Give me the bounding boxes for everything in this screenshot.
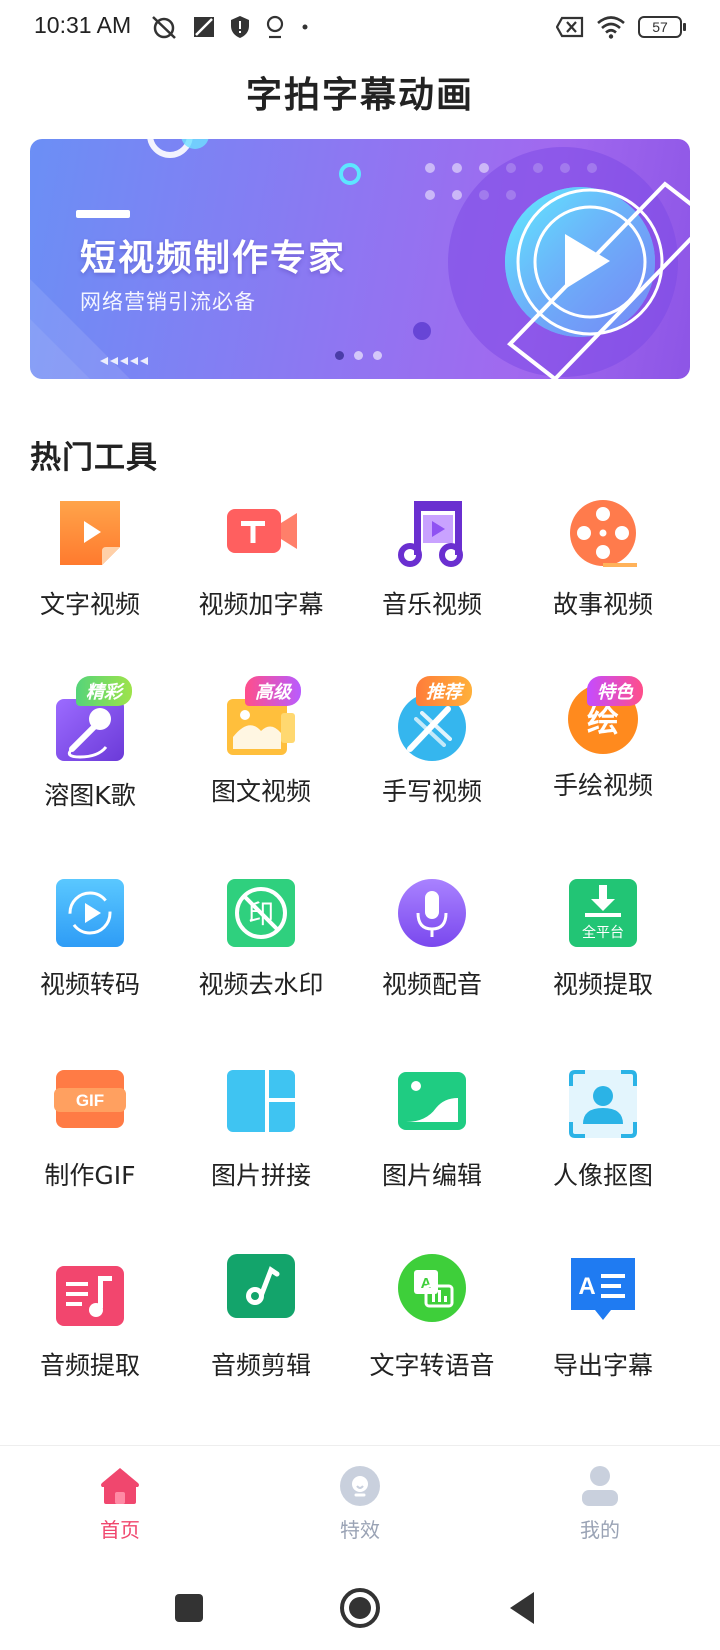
tool-label: 视频加字幕 bbox=[198, 590, 324, 619]
tool-label: 视频配音 bbox=[381, 970, 482, 999]
home-circle-icon[interactable] bbox=[336, 1584, 384, 1632]
profile-icon bbox=[582, 1466, 618, 1506]
tool-label: 图片编辑 bbox=[381, 1161, 482, 1190]
subtitle-bubble-icon: A bbox=[571, 1258, 635, 1320]
tool-label: 图文视频 bbox=[210, 777, 311, 806]
nav-home[interactable]: 首页 bbox=[60, 1464, 180, 1543]
tool-label: 视频转码 bbox=[39, 970, 140, 999]
watermark-glyph: 印 bbox=[248, 900, 274, 930]
tool-label: 文字视频 bbox=[39, 590, 140, 619]
nav-label: 我的 bbox=[580, 1518, 620, 1542]
system-navigation-bar bbox=[0, 1566, 720, 1650]
nav-label: 特效 bbox=[340, 1518, 380, 1542]
nav-effects[interactable]: 特效 bbox=[300, 1464, 420, 1543]
tool-image-edit[interactable]: 图片编辑 bbox=[342, 1068, 522, 1198]
icon-caption: 全平台 bbox=[582, 924, 624, 941]
bottom-nav: 首页 特效 我的 bbox=[0, 1446, 720, 1566]
tool-blend-karaoke[interactable]: 精彩 溶图K歌 bbox=[0, 676, 180, 823]
gif-caption: GIF bbox=[76, 1091, 104, 1110]
hand-drawn-glyph: 绘 bbox=[587, 701, 619, 739]
download-all-platforms-icon: 全平台 bbox=[569, 879, 637, 947]
gif-icon: GIF bbox=[54, 1070, 126, 1128]
tool-label: 图片拼接 bbox=[210, 1161, 311, 1190]
effects-bulb-icon bbox=[340, 1466, 380, 1506]
tool-label: 音频剪辑 bbox=[210, 1351, 311, 1380]
tool-handwriting-video[interactable]: 推荐 手写视频 bbox=[342, 676, 522, 823]
tool-label: 制作GIF bbox=[44, 1161, 136, 1190]
home-icon bbox=[101, 1468, 139, 1504]
tool-video-extract[interactable]: 全平台 视频提取 bbox=[513, 877, 693, 1007]
audio-list-icon bbox=[56, 1266, 124, 1326]
collage-grid-icon bbox=[227, 1070, 295, 1132]
tool-export-subtitle[interactable]: A 导出字幕 bbox=[513, 1252, 693, 1392]
tool-video-dubbing[interactable]: 视频配音 bbox=[342, 877, 522, 1007]
tool-music-video[interactable]: 音乐视频 bbox=[342, 497, 522, 627]
text-speech-icon: A bbox=[398, 1254, 466, 1322]
tool-label: 视频去水印 bbox=[198, 970, 324, 999]
badge-label: 推荐 bbox=[416, 676, 472, 706]
video-camera-text-icon bbox=[227, 509, 297, 553]
tool-text-video[interactable]: 文字视频 bbox=[0, 497, 180, 627]
tool-story-video[interactable]: 故事视频 bbox=[513, 497, 693, 627]
tool-audio-extract[interactable]: 音频提取 bbox=[0, 1252, 180, 1392]
badge-label: 特色 bbox=[587, 676, 643, 706]
tool-label: 故事视频 bbox=[552, 590, 653, 619]
tool-label: 导出字幕 bbox=[552, 1351, 653, 1380]
music-note-icon bbox=[398, 501, 463, 567]
svg-text:A: A bbox=[578, 1273, 595, 1300]
badge-label: 精彩 bbox=[76, 676, 132, 706]
nav-label: 首页 bbox=[100, 1518, 140, 1542]
film-reel-icon bbox=[570, 500, 637, 567]
watermark-remove-icon: 印 bbox=[227, 879, 295, 947]
tool-label: 人像抠图 bbox=[552, 1161, 653, 1190]
tool-label: 文字转语音 bbox=[369, 1351, 495, 1380]
tool-image-collage[interactable]: 图片拼接 bbox=[171, 1068, 351, 1198]
image-edit-icon bbox=[398, 1072, 466, 1130]
tool-remove-watermark[interactable]: 印 视频去水印 bbox=[171, 877, 351, 1007]
text-video-icon bbox=[60, 501, 120, 565]
tool-make-gif[interactable]: GIF 制作GIF bbox=[0, 1068, 180, 1198]
tool-image-text-video[interactable]: 高级 图文视频 bbox=[171, 676, 351, 823]
tool-label: 溶图K歌 bbox=[44, 781, 136, 810]
tool-grid: 文字视频 视频加字幕 音乐视频 故事视频 精彩 溶图K歌 高级 图文视频 推荐 … bbox=[0, 0, 720, 1445]
tool-hand-drawn-video[interactable]: 绘 特色 手绘视频 bbox=[513, 676, 693, 823]
tool-label: 手写视频 bbox=[381, 777, 482, 806]
tool-label: 音乐视频 bbox=[381, 590, 482, 619]
tool-label: 手绘视频 bbox=[552, 771, 653, 800]
tool-video-transcode[interactable]: 视频转码 bbox=[0, 877, 180, 1007]
tool-portrait-cutout[interactable]: 人像抠图 bbox=[513, 1068, 693, 1198]
nav-profile[interactable]: 我的 bbox=[540, 1464, 660, 1543]
tool-label: 视频提取 bbox=[552, 970, 653, 999]
tool-audio-trim[interactable]: 音频剪辑 bbox=[171, 1252, 351, 1392]
tool-video-add-subtitle[interactable]: 视频加字幕 bbox=[171, 497, 351, 627]
video-convert-icon bbox=[56, 879, 124, 947]
tool-label: 音频提取 bbox=[39, 1351, 140, 1380]
back-triangle-icon[interactable] bbox=[500, 1584, 548, 1632]
audio-note-icon bbox=[227, 1254, 295, 1318]
microphone-circle-icon bbox=[398, 879, 466, 947]
recent-apps-icon[interactable] bbox=[165, 1584, 213, 1632]
badge-label: 高级 bbox=[245, 676, 301, 706]
tool-text-to-speech[interactable]: A 文字转语音 bbox=[342, 1252, 522, 1392]
portrait-scan-icon bbox=[569, 1070, 637, 1138]
